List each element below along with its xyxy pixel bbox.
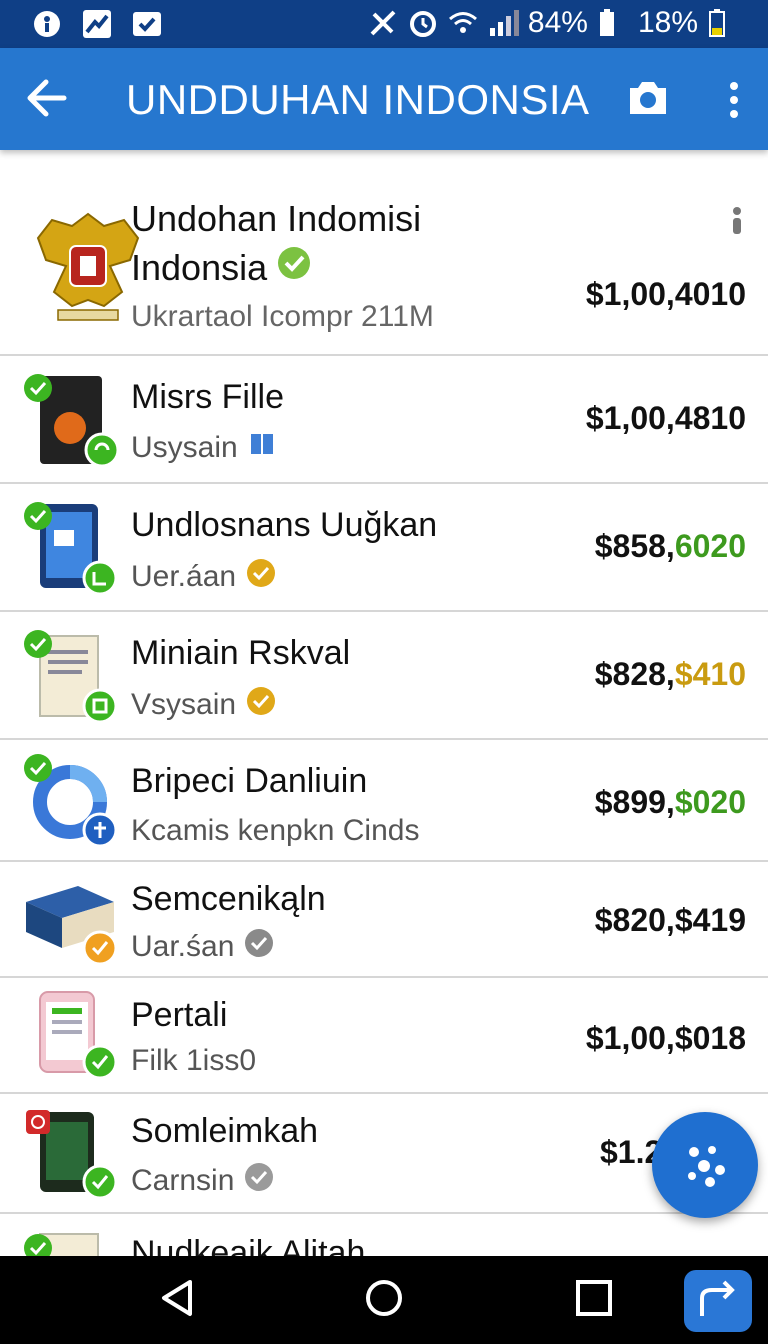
item-subtitle-wrap: Uer.áan [131, 558, 276, 596]
gold-badge-icon [246, 686, 276, 724]
item-subtitle: Usysain [131, 431, 238, 464]
tablet-dark-thumbnail-icon [22, 1106, 122, 1211]
trending-app-icon [82, 9, 112, 39]
gold-badge-icon [246, 558, 276, 596]
signal-icon [488, 8, 519, 38]
item-price: $820,$419 [594, 902, 746, 938]
featured-title-line2: Indonsia [131, 246, 268, 288]
file-thumbnail-icon [22, 372, 122, 477]
item-subtitle: Vsysain [131, 688, 237, 721]
featured-price: $1,00,4010 [585, 276, 746, 312]
share-arrow-icon [700, 1280, 735, 1316]
item-price-main: $828, [594, 656, 675, 692]
nav-recents-icon[interactable] [574, 1278, 614, 1323]
phone-thumbnail-icon [22, 988, 122, 1093]
item-price: $899,$020 [595, 784, 746, 821]
share-arrow-button[interactable] [684, 1270, 752, 1332]
item-subtitle: Filk 1iss0 [131, 1044, 257, 1077]
alarm-icon [408, 8, 438, 38]
tablet-thumbnail-icon [22, 500, 122, 605]
back-arrow-icon[interactable] [26, 78, 68, 123]
battery-low-icon [708, 8, 738, 38]
item-title: Misrs Fille [131, 378, 284, 416]
status-bar: 84% 18% [0, 0, 768, 48]
list-item[interactable]: Undlosnans Uuğkan Uer.áan $858,6020 [0, 484, 768, 612]
featured-title-line2-wrap: Indonsia [131, 246, 311, 289]
featured-subtitle: Ukrartaol Icompr 211M [131, 300, 434, 333]
app-bar: UNDDUHAN INDONSIA [0, 48, 768, 150]
item-title: Undlosnans Uuğkan [131, 506, 438, 544]
item-subtitle-wrap: Uar.śan [131, 928, 274, 966]
item-price-main: $858, [594, 528, 675, 564]
item-title: Bripeci Danliuin [131, 762, 368, 800]
grey-check-icon [244, 928, 274, 966]
battery-icon [598, 8, 628, 38]
item-subtitle-wrap: Vsysain [131, 686, 276, 724]
book-thumbnail-icon [22, 872, 122, 977]
item-price-accent: $020 [674, 784, 746, 820]
item-subtitle-wrap: Usysain [131, 430, 276, 466]
item-title: Pertali [131, 996, 228, 1034]
featured-title-line1: Undohan Indomisi [131, 198, 422, 239]
wifi-icon [448, 8, 478, 38]
featured-list-item[interactable]: Undohan Indomisi Indonsia Ukrartaol Icom… [0, 170, 768, 356]
item-price: $1,00,$018 [585, 1020, 746, 1056]
featured-more-icon[interactable] [732, 206, 742, 239]
list-item[interactable]: Misrs Fille Usysain $1,00,4810 [0, 356, 768, 484]
item-price: $858,6020 [595, 528, 746, 565]
ring-chart-thumbnail-icon [22, 752, 122, 857]
battery-percent-2: 18% [637, 6, 698, 39]
download-list: Undohan Indomisi Indonsia Ukrartaol Icom… [0, 170, 768, 1274]
item-subtitle: Uar.śan [131, 930, 235, 963]
item-price: $828,$410 [595, 656, 746, 693]
battery-percent-1: 84% [527, 6, 588, 39]
system-navigation-bar [0, 1256, 768, 1344]
item-price-main: $899, [594, 784, 675, 820]
garuda-emblem-icon [32, 206, 144, 333]
nav-home-icon[interactable] [364, 1278, 404, 1323]
list-item[interactable]: Miniain Rskval Vsysain $828,$410 [0, 612, 768, 740]
app-title: UNDDUHAN INDONSIA [126, 76, 590, 123]
sparkle-icon [682, 1142, 730, 1195]
item-subtitle-wrap: Carnsin [131, 1162, 274, 1200]
item-price-accent: 6020 [674, 528, 746, 564]
grey-badge-icon [244, 1162, 274, 1200]
list-item[interactable]: Bripeci Danliuin Kcamis kenpkn Cinds $89… [0, 740, 768, 862]
item-title: Miniain Rskval [131, 634, 351, 672]
item-subtitle: Carnsin [131, 1164, 235, 1197]
nav-back-icon[interactable] [158, 1278, 194, 1323]
camera-icon[interactable] [626, 78, 670, 123]
item-title: Somleimkah [131, 1112, 319, 1150]
list-item[interactable]: Pertali Filk 1iss0 $1,00,$018 [0, 978, 768, 1094]
checkbox-app-icon [132, 9, 162, 39]
list-item[interactable]: Semcenikąln Uar.śan $820,$419 [0, 862, 768, 978]
item-subtitle: Kcamis kenpkn Cinds [131, 814, 420, 847]
notification-face-icon [32, 9, 62, 39]
mute-icon [368, 8, 398, 38]
more-options-icon[interactable] [728, 80, 740, 125]
verified-check-icon [277, 246, 311, 289]
document-thumbnail-icon [22, 628, 122, 733]
item-subtitle: Uer.áan [131, 560, 237, 593]
floating-action-button[interactable] [652, 1112, 758, 1218]
item-price: $1,00,4810 [585, 400, 746, 436]
book-icon [248, 430, 276, 466]
item-title: Semcenikąln [131, 880, 326, 918]
item-price-accent: $410 [674, 656, 746, 692]
